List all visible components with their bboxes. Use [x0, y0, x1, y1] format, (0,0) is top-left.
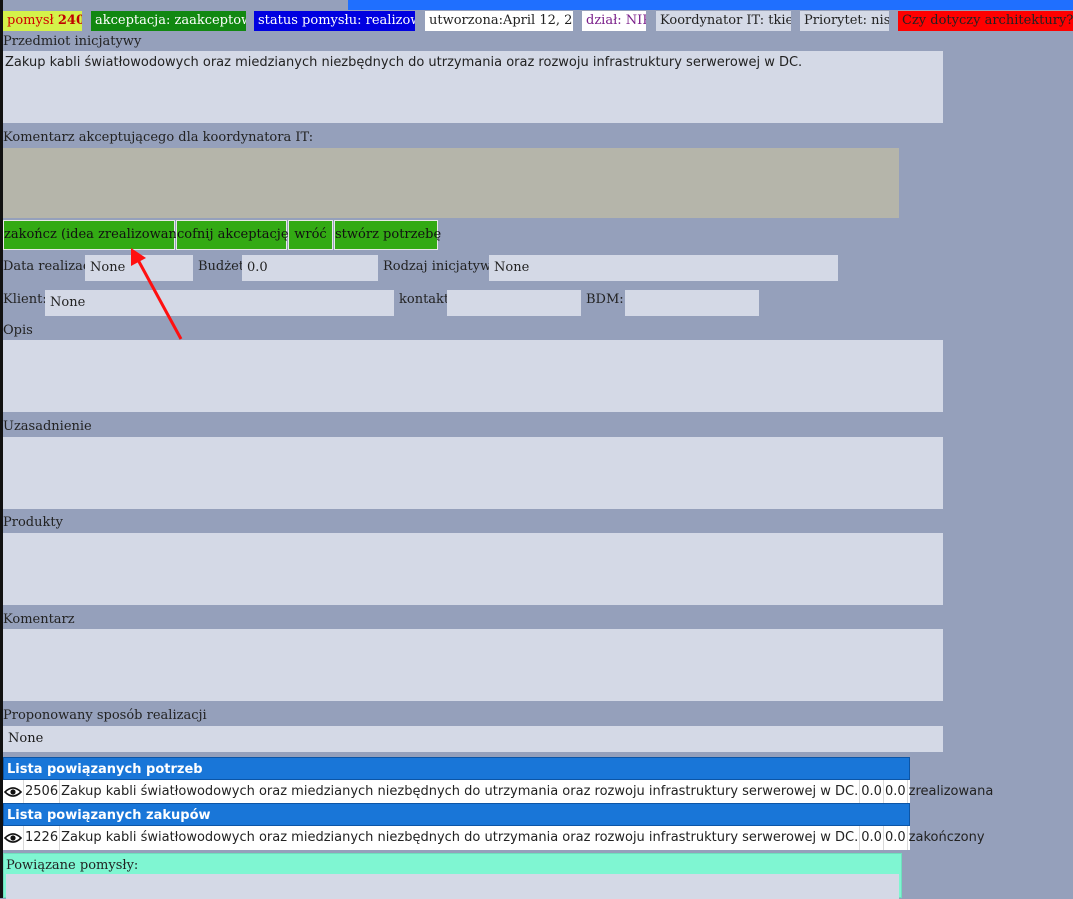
budget-label: Budżet: [198, 259, 249, 274]
department-badge: dział: NIP [582, 11, 646, 31]
related-ideas-field[interactable] [6, 874, 899, 899]
created-date-badge: utworzona:April 12, 2024 [425, 11, 573, 31]
initiative-type-field[interactable]: None [489, 255, 838, 281]
subject-label: Przedmiot inicjatywy [3, 34, 142, 49]
initiative-type-label: Rodzaj inicjatywy: [383, 259, 503, 274]
contact-field[interactable] [447, 290, 581, 316]
finish-idea-button[interactable]: zakończ (idea zrealizowana) [3, 220, 190, 250]
eye-icon[interactable] [3, 780, 24, 804]
purchase-value-1: 0.0 [860, 826, 884, 850]
products-label: Produkty [3, 515, 63, 530]
status-badge: status pomysłu: realizowana [254, 11, 415, 31]
purchase-value-2: 0.0 [884, 826, 908, 850]
eye-icon[interactable] [3, 826, 24, 850]
purchase-status: zakończony [908, 830, 985, 845]
proposed-method-field[interactable]: None [3, 726, 943, 752]
need-value-1: 0.0 [860, 780, 884, 804]
acceptor-comment-textarea[interactable] [3, 148, 899, 218]
comment-textarea[interactable] [3, 629, 943, 701]
purchases-list-header: Lista powiązanych zakupów [3, 803, 910, 826]
realization-date-field[interactable]: None [85, 255, 193, 281]
create-need-button[interactable]: stwórz potrzebę [334, 220, 441, 250]
proposed-method-label: Proponowany sposób realizacji [3, 708, 207, 723]
description-label: Opis [3, 323, 33, 338]
bdm-label: BDM: [586, 292, 624, 307]
description-textarea[interactable] [3, 340, 943, 412]
architecture-badge[interactable]: Czy dotyczy architektury? ???? [898, 11, 1073, 31]
client-label: Klient: [3, 292, 47, 307]
revoke-acceptance-button[interactable]: cofnij akceptację [176, 220, 289, 250]
idea-label: pomysł [7, 13, 54, 28]
subject-textarea[interactable]: Zakup kabli światłowodowych oraz miedzia… [3, 51, 943, 123]
related-ideas-panel: Powiązane pomysły: [3, 853, 902, 899]
back-button[interactable]: wróć [288, 220, 333, 250]
need-description: Zakup kabli światłowodowych oraz miedzia… [60, 780, 861, 804]
need-status: zrealizowana [908, 784, 994, 799]
products-textarea[interactable] [3, 533, 943, 605]
bdm-field[interactable] [625, 290, 759, 316]
purchase-id: 1226 [24, 826, 61, 850]
priority-badge: Priorytet: niski [800, 11, 889, 31]
acceptor-comment-label: Komentarz akceptującego dla koordynatora… [3, 130, 314, 145]
table-row[interactable]: 1226 Zakup kabli światłowodowych oraz mi… [3, 826, 985, 850]
table-row[interactable]: 2506 Zakup kabli światłowodowych oraz mi… [3, 780, 993, 804]
budget-field[interactable]: 0.0 [242, 255, 378, 281]
justification-textarea[interactable] [3, 437, 943, 509]
contact-label: kontakt: [399, 292, 454, 307]
justification-label: Uzasadnienie [3, 419, 92, 434]
related-ideas-label: Powiązane pomysły: [6, 858, 139, 873]
top-stripe [348, 0, 1073, 10]
acceptance-badge: akceptacja: zaakceptowana [91, 11, 246, 31]
needs-list-header: Lista powiązanych potrzeb [3, 757, 910, 780]
comment-label: Komentarz [3, 612, 75, 627]
need-value-2: 0.0 [884, 780, 908, 804]
idea-number: 2403 [57, 13, 82, 28]
idea-number-badge: pomysł 2403 [3, 11, 82, 31]
coordinator-badge: Koordynator IT: tkielak [656, 11, 791, 31]
purchase-description: Zakup kabli światłowodowych oraz miedzia… [60, 826, 861, 850]
client-field[interactable]: None [45, 290, 394, 316]
need-id: 2506 [24, 780, 61, 804]
